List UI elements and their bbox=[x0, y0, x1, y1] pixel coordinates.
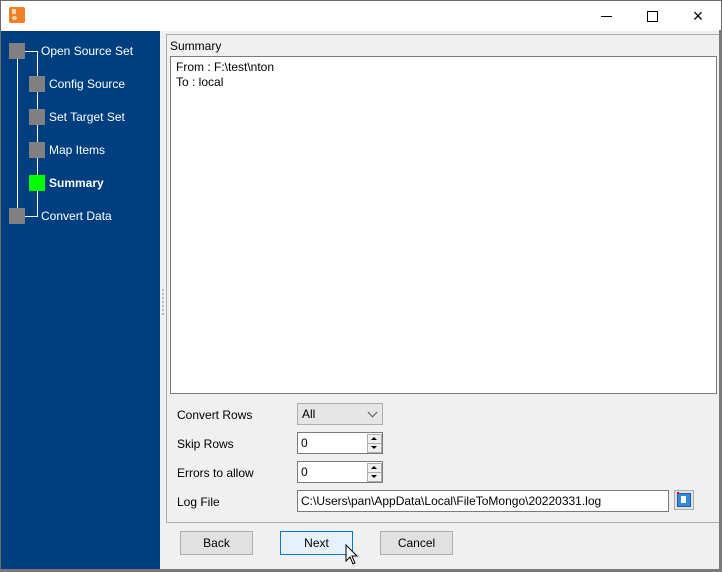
convert-rows-value: All bbox=[302, 407, 316, 421]
step-status-icon bbox=[29, 76, 45, 92]
minimize-button[interactable] bbox=[583, 1, 629, 31]
skip-rows-value: 0 bbox=[301, 436, 308, 450]
chevron-down-icon bbox=[367, 407, 378, 418]
step-convert-data[interactable]: Convert Data bbox=[9, 208, 112, 224]
close-button[interactable]: × bbox=[675, 1, 721, 31]
browse-marker bbox=[677, 492, 679, 494]
step-status-icon bbox=[29, 109, 45, 125]
app-icon bbox=[9, 7, 25, 23]
log-file-value: C:\Users\pan\AppData\Local\FileToMongo\2… bbox=[301, 494, 602, 508]
convert-rows-label: Convert Rows bbox=[177, 408, 253, 422]
errors-to-allow-value: 0 bbox=[301, 465, 308, 479]
log-file-label: Log File bbox=[177, 495, 220, 509]
cancel-button[interactable]: Cancel bbox=[380, 531, 453, 555]
browse-log-file-button[interactable] bbox=[674, 490, 694, 510]
mouse-cursor-icon bbox=[345, 544, 359, 565]
maximize-icon bbox=[646, 10, 658, 22]
step-active-icon bbox=[29, 175, 45, 191]
spin-buttons bbox=[367, 434, 382, 453]
errors-to-allow-label: Errors to allow bbox=[177, 466, 254, 480]
step-label: Set Target Set bbox=[49, 110, 125, 124]
step-label: Convert Data bbox=[41, 209, 112, 223]
step-open-source-set[interactable]: Open Source Set bbox=[9, 43, 133, 59]
skip-rows-spinner[interactable]: 0 bbox=[297, 432, 383, 454]
summary-from-line: From : F:\test\nton bbox=[176, 60, 275, 74]
step-status-icon bbox=[9, 43, 25, 59]
close-icon: × bbox=[692, 6, 704, 26]
spin-buttons bbox=[367, 463, 382, 482]
file-icon bbox=[677, 493, 691, 507]
log-file-input[interactable]: C:\Users\pan\AppData\Local\FileToMongo\2… bbox=[297, 490, 669, 512]
step-status-icon bbox=[29, 142, 45, 158]
spin-down-icon[interactable] bbox=[367, 443, 382, 453]
title-bar: × bbox=[1, 1, 721, 31]
minimize-icon bbox=[600, 15, 612, 17]
step-label: Open Source Set bbox=[41, 44, 134, 58]
step-config-source[interactable]: Config Source bbox=[29, 76, 125, 92]
convert-rows-select[interactable]: All bbox=[297, 403, 383, 425]
summary-panel: Summary From : F:\test\nton To : local bbox=[166, 34, 721, 523]
tree-line-root bbox=[17, 59, 18, 217]
summary-to-line: To : local bbox=[176, 75, 224, 89]
next-button[interactable]: Next bbox=[280, 531, 353, 555]
errors-to-allow-spinner[interactable]: 0 bbox=[297, 461, 383, 483]
spin-down-icon[interactable] bbox=[367, 472, 382, 482]
skip-rows-label: Skip Rows bbox=[177, 437, 234, 451]
step-label: Summary bbox=[49, 176, 104, 190]
step-set-target-set[interactable]: Set Target Set bbox=[29, 109, 125, 125]
step-label: Map Items bbox=[49, 143, 106, 157]
step-label: Config Source bbox=[49, 77, 126, 91]
maximize-button[interactable] bbox=[629, 1, 675, 31]
step-map-items[interactable]: Map Items bbox=[29, 142, 105, 158]
splitter-handle[interactable] bbox=[161, 288, 165, 316]
wizard-steps-sidebar: Open Source Set Config Source Set Target… bbox=[1, 31, 160, 570]
step-summary[interactable]: Summary bbox=[29, 175, 104, 191]
summary-title: Summary bbox=[170, 39, 222, 53]
step-status-icon bbox=[9, 208, 25, 224]
back-button[interactable]: Back bbox=[180, 531, 253, 555]
summary-textbox[interactable]: From : F:\test\nton To : local bbox=[170, 56, 717, 394]
